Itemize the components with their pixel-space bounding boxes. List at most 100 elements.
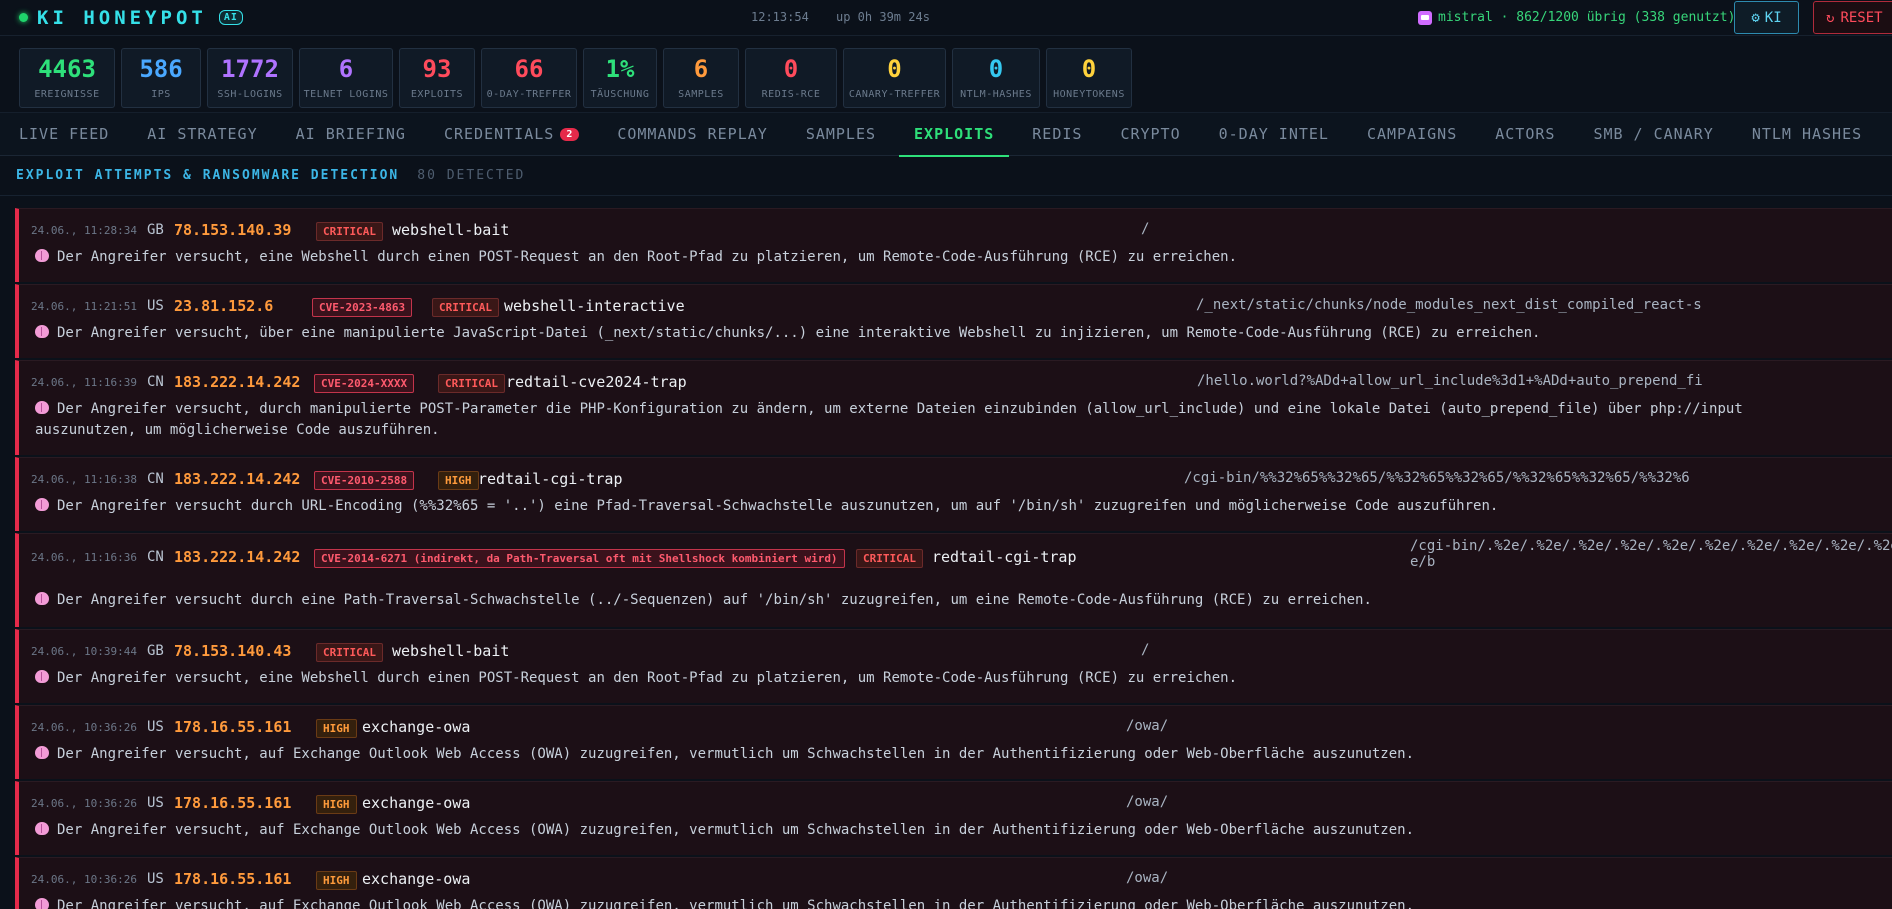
source-ip[interactable]: 178.16.55.161 xyxy=(174,870,291,888)
source-ip[interactable]: 23.81.152.6 xyxy=(174,297,273,315)
stat-card: 93 EXPLOITS xyxy=(399,48,475,108)
model-status-text: mistral · 862/1200 übrig (338 genutzt) xyxy=(1438,10,1736,25)
tab-label: AI STRATEGY xyxy=(147,125,258,143)
event-time: 24.06., 10:36:26 xyxy=(31,873,137,886)
stat-label: HONEYTOKENS xyxy=(1053,88,1125,100)
brain-icon xyxy=(35,898,49,909)
exploit-entry[interactable]: 24.06., 10:39:44 GB 78.153.140.43 CRITICAL w… xyxy=(15,629,1892,703)
tab-crypto[interactable]: CRYPTO xyxy=(1120,112,1180,156)
ki-button-label: KI xyxy=(1764,9,1782,26)
tab-label: CRYPTO xyxy=(1120,125,1181,143)
source-ip[interactable]: 78.153.140.39 xyxy=(174,221,291,239)
event-time: 24.06., 10:36:26 xyxy=(31,721,137,734)
stat-card: 6 TELNET LOGINS xyxy=(299,48,393,108)
event-time: 24.06., 11:16:38 xyxy=(31,473,137,486)
severity-badge: CRITICAL xyxy=(438,374,505,393)
exploit-name: webshell-interactive xyxy=(504,297,685,315)
tab-exploits[interactable]: EXPLOITS xyxy=(898,112,1010,157)
cve-badge: CVE-2014-6271 (indirekt, da Path-Travers… xyxy=(314,549,845,568)
ki-button[interactable]: ⚙ KI xyxy=(1734,1,1799,34)
exploit-entry[interactable]: 24.06., 11:21:51 US 23.81.152.6 CVE-2023-48… xyxy=(15,284,1892,358)
stat-label: CANARY-TREFFER xyxy=(848,88,941,100)
stat-card: 1772 SSH-LOGINS xyxy=(207,48,293,108)
exploit-name: exchange-owa xyxy=(362,870,471,888)
tab-label: NTLM HASHES xyxy=(1751,125,1863,143)
reset-button[interactable]: ↻ RESET xyxy=(1813,1,1892,34)
country-code: GB xyxy=(147,222,164,238)
source-ip[interactable]: 178.16.55.161 xyxy=(174,794,291,812)
ai-description: Der Angreifer versucht, auf Exchange Out… xyxy=(35,820,1825,841)
tab-ai-strategy[interactable]: AI STRATEGY xyxy=(147,112,257,156)
source-ip[interactable]: 78.153.140.43 xyxy=(174,642,291,660)
exploit-entry[interactable]: 24.06., 11:28:34 GB 78.153.140.39 CRITICAL w… xyxy=(15,208,1892,282)
tab-label: ACTORS xyxy=(1495,125,1556,143)
ai-description: Der Angreifer versucht, eine Webshell du… xyxy=(35,668,1825,689)
status-dot-icon xyxy=(19,13,28,22)
request-path: / xyxy=(1141,221,1150,237)
country-code: US xyxy=(147,719,164,735)
stat-value: 93 xyxy=(422,54,452,83)
stat-label: SSH-LOGINS xyxy=(217,88,283,100)
tab-campaigns[interactable]: CAMPAIGNS xyxy=(1367,112,1457,156)
stat-label: EREIGNISSE xyxy=(34,88,100,100)
stat-label: 0-DAY-TREFFER xyxy=(486,88,572,100)
exploit-name: webshell-bait xyxy=(392,642,510,660)
stat-card: 0 REDIS-RCE xyxy=(745,48,837,108)
exploit-entry[interactable]: 24.06., 10:36:26 US 178.16.55.161 HIGH excha… xyxy=(15,705,1892,779)
stat-card: 0 NTLM-HASHES xyxy=(952,48,1040,108)
stat-label: NTLM-HASHES xyxy=(960,88,1032,100)
severity-badge: CRITICAL xyxy=(432,298,499,317)
severity-badge: HIGH xyxy=(316,871,357,890)
source-ip[interactable]: 178.16.55.161 xyxy=(174,718,291,736)
source-ip[interactable]: 183.222.14.242 xyxy=(174,470,300,488)
request-path: /hello.world?%ADd+allow_url_include%3d1+… xyxy=(1197,373,1703,389)
exploit-name: exchange-owa xyxy=(362,718,471,736)
tab-credentials[interactable]: CREDENTIALS 2 xyxy=(444,112,580,156)
tab-live-feed[interactable]: LIVE FEED xyxy=(19,112,109,156)
source-ip[interactable]: 183.222.14.242 xyxy=(174,373,300,391)
stat-value: 0 xyxy=(887,54,902,83)
gear-icon: ⚙ xyxy=(1751,9,1760,26)
exploit-entry[interactable]: 24.06., 10:36:26 US 178.16.55.161 HIGH excha… xyxy=(15,781,1892,855)
event-time: 24.06., 10:39:44 xyxy=(31,645,137,658)
stat-value: 6 xyxy=(338,54,354,83)
section-count: 80 DETECTED xyxy=(417,168,526,183)
stat-card: 1% TÄUSCHUNG xyxy=(583,48,657,108)
stat-label: REDIS-RCE xyxy=(761,88,821,100)
exploit-entry[interactable]: 24.06., 11:16:38 CN 183.222.14.242 CVE-2010… xyxy=(15,457,1892,531)
ai-description: Der Angreifer versucht, eine Webshell du… xyxy=(35,247,1825,268)
stat-value: 0 xyxy=(1081,54,1097,83)
tab-commands-replay[interactable]: COMMANDS REPLAY xyxy=(617,112,767,156)
brain-icon xyxy=(35,249,49,262)
exploit-entry[interactable]: 24.06., 11:16:39 CN 183.222.14.242 CVE-2024… xyxy=(15,360,1892,455)
source-ip[interactable]: 183.222.14.242 xyxy=(174,548,300,566)
stat-value: 6 xyxy=(693,54,709,83)
robot-icon xyxy=(1418,10,1432,25)
exploit-name: redtail-cve2024-trap xyxy=(506,373,687,391)
tab-samples[interactable]: SAMPLES xyxy=(806,112,876,156)
tab-ntlm-hashes[interactable]: NTLM HASHES xyxy=(1752,112,1862,156)
exploit-entry[interactable]: 24.06., 10:36:26 US 178.16.55.161 HIGH excha… xyxy=(15,857,1892,909)
tab-redis[interactable]: REDIS xyxy=(1032,112,1082,156)
tab-smb-canary[interactable]: SMB / CANARY xyxy=(1593,112,1713,156)
exploit-entry[interactable]: 24.06., 11:16:36 CN 183.222.14.242 CVE-2014… xyxy=(15,533,1892,627)
tab-0-day-intel[interactable]: 0-DAY INTEL xyxy=(1219,112,1329,156)
tab-ai-briefing[interactable]: AI BRIEFING xyxy=(296,112,406,156)
request-path: /cgi-bin/%%32%65%%32%65/%%32%65%%32%65/%… xyxy=(1184,470,1690,486)
brain-icon xyxy=(35,498,49,511)
exploit-name: webshell-bait xyxy=(392,221,510,239)
ai-description: Der Angreifer versucht, auf Exchange Out… xyxy=(35,896,1825,909)
ai-description-text: Der Angreifer versucht durch eine Path-T… xyxy=(57,592,1372,608)
tab-actors[interactable]: ACTORS xyxy=(1495,112,1555,156)
stat-label: EXPLOITS xyxy=(410,88,464,100)
clock: 12:13:54 xyxy=(751,10,809,24)
ai-description: Der Angreifer versucht, über eine manipu… xyxy=(35,323,1825,344)
reset-button-label: RESET xyxy=(1840,9,1883,26)
severity-badge: HIGH xyxy=(438,471,479,490)
country-code: CN xyxy=(147,374,164,390)
tab-label: REDIS xyxy=(1032,125,1083,143)
severity-badge: CRITICAL xyxy=(316,643,383,662)
event-time: 24.06., 11:28:34 xyxy=(31,224,137,237)
stat-card: 66 0-DAY-TREFFER xyxy=(481,48,577,108)
top-bar: KI HONEYPOT AI 12:13:54 up 0h 39m 24s mi… xyxy=(0,0,1892,36)
